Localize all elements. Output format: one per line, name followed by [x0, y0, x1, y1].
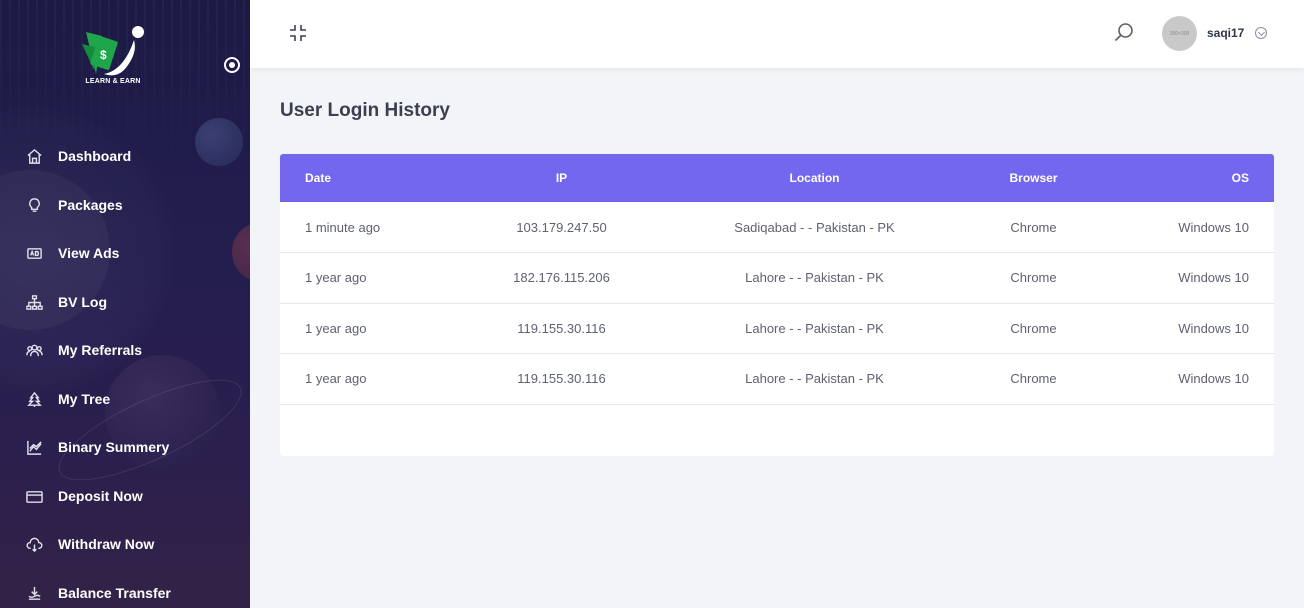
sidebar-item-label: View Ads [58, 245, 120, 261]
sidebar-item-my-tree[interactable]: My Tree [0, 375, 250, 423]
username-label[interactable]: saqi17 [1207, 26, 1244, 40]
sidebar-item-label: Withdraw Now [58, 536, 155, 552]
top-header: 350×300 saqi17 [250, 0, 1304, 68]
cell-os: Windows 10 [1178, 270, 1249, 286]
sidebar-item-my-referrals[interactable]: My Referrals [0, 326, 250, 374]
cell-os: Windows 10 [1178, 320, 1249, 336]
search-icon[interactable] [1113, 21, 1135, 43]
page-title: User Login History [280, 100, 450, 121]
home-icon [25, 147, 43, 165]
table-row: 1 minute ago 103.179.247.50 Sadiqabad - … [280, 202, 1274, 253]
sidebar-item-label: BV Log [58, 294, 107, 310]
cell-ip: 103.179.247.50 [516, 219, 607, 235]
column-header-date: Date [305, 171, 332, 185]
sidebar-item-balance-transfer[interactable]: Balance Transfer [0, 569, 250, 608]
cell-browser: Chrome [1010, 371, 1057, 387]
cell-location: Lahore - - Pakistan - PK [745, 371, 884, 387]
svg-text:$: $ [100, 48, 107, 62]
avatar[interactable]: 350×300 [1162, 16, 1197, 51]
credit-card-icon [25, 487, 43, 505]
tree-icon [25, 390, 43, 408]
cell-ip: 182.176.115.206 [513, 270, 610, 286]
chart-icon [25, 438, 43, 456]
collapse-fullscreen-icon[interactable] [288, 23, 308, 43]
sitemap-icon [25, 293, 43, 311]
sidebar-item-bv-log[interactable]: BV Log [0, 278, 250, 326]
sidebar-item-binary-summery[interactable]: Binary Summery [0, 423, 250, 471]
column-header-os: OS [1231, 171, 1249, 185]
brand-logo-text: LEARN & EARN [85, 78, 141, 85]
cell-date: 1 year ago [305, 270, 367, 286]
sidebar-item-label: Dashboard [58, 148, 132, 164]
cloud-download-icon [25, 535, 43, 553]
table-row: 1 year ago 119.155.30.116 Lahore - - Pak… [280, 303, 1274, 354]
users-icon [25, 341, 43, 359]
column-header-browser: Browser [1009, 171, 1058, 185]
column-header-location: Location [789, 171, 840, 185]
cell-os: Windows 10 [1178, 371, 1249, 387]
cell-date: 1 year ago [305, 371, 367, 387]
sidebar-item-packages[interactable]: Packages [0, 181, 250, 229]
sidebar-item-label: Balance Transfer [58, 585, 171, 601]
table-row: 1 year ago 182.176.115.206 Lahore - - Pa… [280, 253, 1274, 303]
sidebar-item-view-ads[interactable]: View Ads [0, 229, 250, 277]
sidebar-item-deposit-now[interactable]: Deposit Now [0, 472, 250, 520]
cell-ip: 119.155.30.116 [517, 371, 606, 387]
cell-browser: Chrome [1010, 270, 1057, 286]
sidebar: $ LEARN & EARN Dashboard Packages View A… [0, 0, 250, 608]
sidebar-item-label: My Tree [58, 391, 111, 407]
table-row: 1 year ago 119.155.30.116 Lahore - - Pak… [280, 354, 1274, 404]
sidebar-item-label: Deposit Now [58, 488, 143, 504]
chevron-down-icon[interactable] [1255, 27, 1267, 39]
ad-icon [25, 244, 43, 262]
cell-browser: Chrome [1010, 320, 1057, 336]
sidebar-item-label: Packages [58, 197, 123, 213]
cell-os: Windows 10 [1178, 219, 1249, 235]
cell-date: 1 minute ago [305, 219, 381, 235]
transfer-icon [25, 584, 43, 602]
column-header-ip: IP [555, 171, 568, 185]
cell-location: Lahore - - Pakistan - PK [745, 270, 884, 286]
login-history-card: Date IP Location Browser OS 1 minute ago… [280, 154, 1274, 456]
cell-location: Sadiqabad - - Pakistan - PK [734, 219, 895, 235]
cell-date: 1 year ago [305, 320, 367, 336]
sidebar-item-label: Binary Summery [58, 439, 170, 455]
sidebar-item-label: My Referrals [58, 342, 143, 358]
cell-location: Lahore - - Pakistan - PK [745, 320, 884, 336]
sidebar-item-dashboard[interactable]: Dashboard [0, 132, 250, 180]
cell-ip: 119.155.30.116 [517, 320, 606, 336]
cell-browser: Chrome [1010, 219, 1057, 235]
sidebar-toggle-button[interactable] [224, 57, 240, 73]
lightbulb-icon [25, 196, 43, 214]
table-header-row: Date IP Location Browser OS [280, 154, 1274, 202]
login-history-table: Date IP Location Browser OS 1 minute ago… [280, 154, 1274, 405]
sidebar-item-withdraw-now[interactable]: Withdraw Now [0, 520, 250, 568]
